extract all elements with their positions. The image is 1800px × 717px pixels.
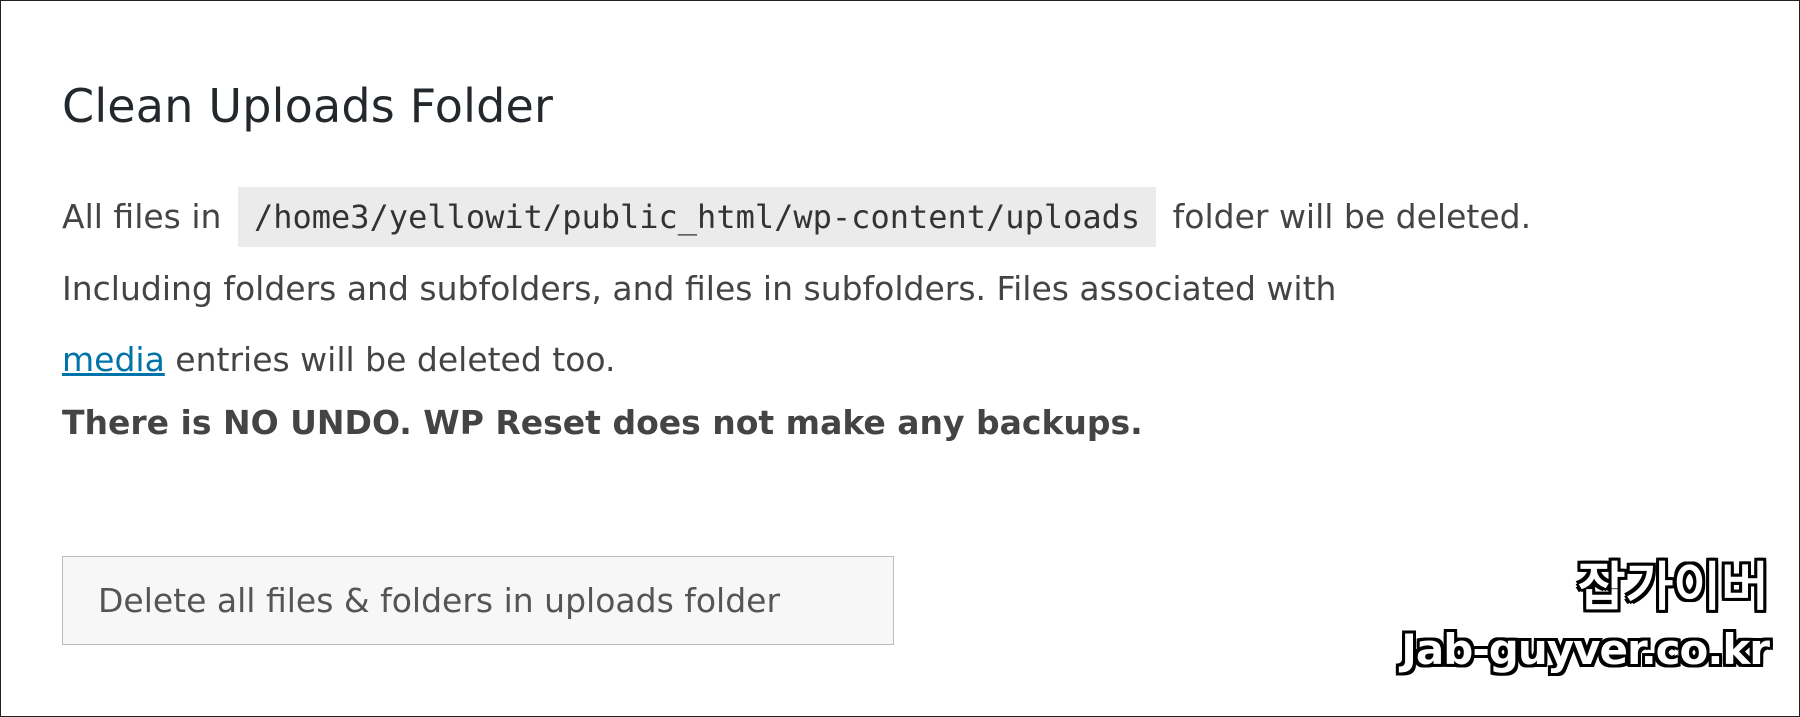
watermark-domain-text: Jab-guyver.co.kr [1401, 625, 1770, 674]
media-link[interactable]: media [62, 340, 165, 379]
no-undo-warning: There is NO UNDO. WP Reset does not make… [62, 403, 1143, 442]
watermark-korean-text: 잡가이버 [1577, 558, 1769, 618]
screenshot-frame: Clean Uploads Folder All files in /home3… [0, 0, 1800, 717]
description-prefix: All files in [62, 197, 222, 236]
section-description: All files in /home3/yellowit/public_html… [62, 181, 1652, 395]
clean-uploads-panel: Clean Uploads Folder All files in /home3… [62, 73, 1722, 451]
watermark: 잡가이버 Jab-guyver.co.kr [1401, 554, 1770, 678]
delete-uploads-button[interactable]: Delete all files & folders in uploads fo… [62, 556, 894, 645]
uploads-path-code: /home3/yellowit/public_html/wp-content/u… [237, 187, 1157, 247]
section-title: Clean Uploads Folder [62, 79, 554, 133]
description-suffix: entries will be deleted too. [175, 340, 616, 379]
